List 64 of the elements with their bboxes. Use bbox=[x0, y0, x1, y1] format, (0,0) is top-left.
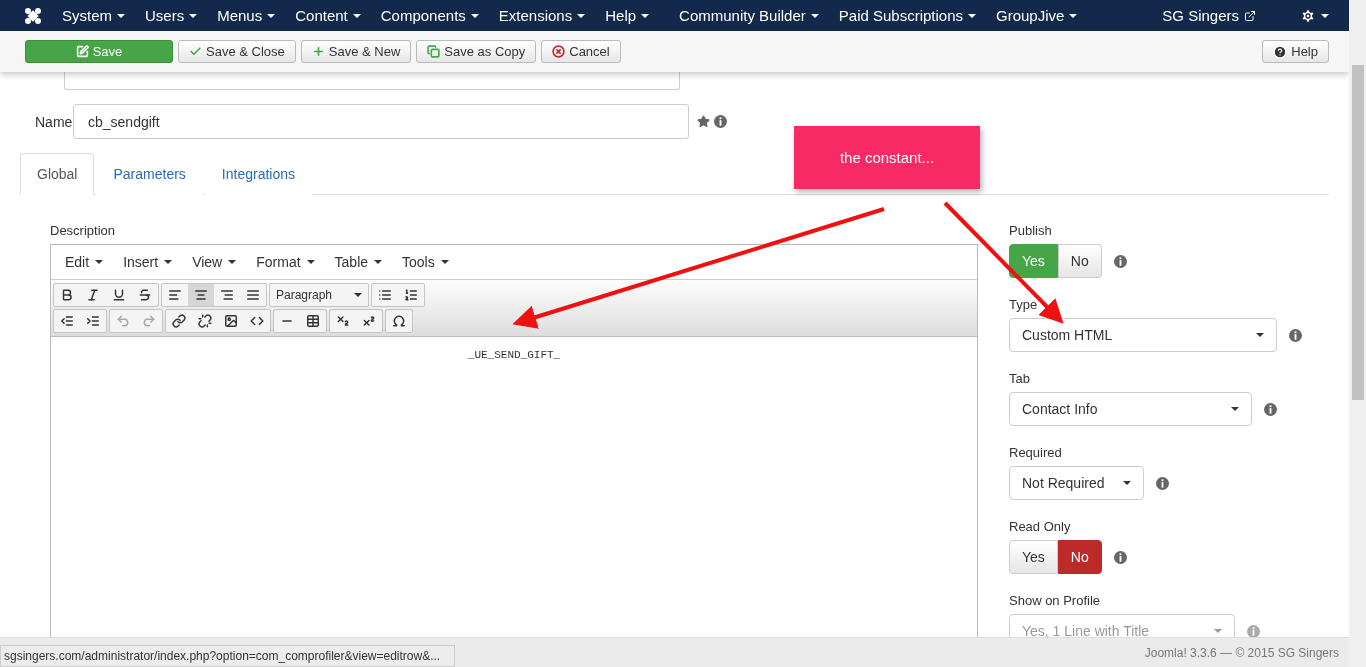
info-icon bbox=[1156, 476, 1169, 490]
field-label: Name bbox=[34, 113, 73, 130]
settings-icon bbox=[1300, 7, 1316, 24]
info-icon bbox=[1113, 550, 1127, 564]
settings-menu[interactable] bbox=[1300, 7, 1329, 24]
toggle-option[interactable]: No bbox=[1057, 244, 1102, 278]
nav-menu[interactable]: Help bbox=[605, 7, 650, 24]
nav-menu[interactable]: Menus bbox=[217, 7, 276, 24]
align-icon[interactable] bbox=[188, 284, 214, 306]
copy-icon bbox=[427, 45, 441, 58]
nav-menu[interactable]: Paid Subscriptions bbox=[838, 7, 976, 24]
nav-menu[interactable]: Extensions bbox=[498, 7, 586, 24]
check-icon bbox=[189, 45, 202, 58]
editor-menu[interactable]: Edit bbox=[55, 254, 114, 270]
nav-menu[interactable]: Users bbox=[145, 7, 198, 24]
toolbar-button[interactable]: Save & New bbox=[300, 40, 412, 63]
select-field[interactable]: Not Required bbox=[1009, 466, 1144, 500]
site-link[interactable]: SG Singers bbox=[1162, 7, 1256, 24]
editor-menu[interactable]: Tools bbox=[392, 254, 459, 270]
info-icon bbox=[1264, 402, 1277, 416]
scrollbar[interactable] bbox=[1349, 0, 1366, 667]
footer-text: Joomla! 3.3.6 — © 2015 SG Singers bbox=[1144, 645, 1339, 660]
close-icon bbox=[552, 45, 566, 58]
plus-icon bbox=[311, 45, 325, 58]
title-field[interactable] bbox=[64, 72, 680, 90]
logo-icon[interactable] bbox=[24, 6, 42, 25]
nav-menu[interactable]: Components bbox=[380, 7, 479, 24]
select-field[interactable]: Custom HTML bbox=[1009, 318, 1277, 352]
info-icon bbox=[714, 115, 727, 128]
nav-menu[interactable]: Content bbox=[295, 7, 361, 24]
annotation-callout: the constant... bbox=[794, 126, 980, 189]
toolbar-button[interactable]: Save as Copy bbox=[416, 40, 537, 63]
editor-menu[interactable]: Insert bbox=[113, 254, 183, 270]
editor-menu[interactable]: Table bbox=[324, 254, 393, 270]
external-link-icon bbox=[1244, 9, 1256, 22]
star-icon bbox=[697, 115, 710, 128]
field-label: Read Only bbox=[1009, 519, 1071, 534]
status-url: sgsingers.com/administrator/index.php?option=com_comprofiler&view=editrow&... bbox=[0, 645, 455, 667]
help-button[interactable]: Help bbox=[1262, 40, 1329, 63]
toggle-option[interactable]: No bbox=[1057, 540, 1102, 574]
toolbar-button[interactable]: Cancel bbox=[541, 40, 621, 63]
field-label: Required bbox=[1009, 445, 1062, 460]
editor-text: _UE_SEND_GIFT_ bbox=[467, 349, 561, 363]
field-label: Tab bbox=[1009, 371, 1030, 386]
nav-menu[interactable]: GroupJive bbox=[996, 7, 1078, 24]
name-field[interactable]: cb_sendgift bbox=[73, 104, 689, 139]
edit-icon bbox=[75, 45, 89, 58]
field-label: Publish bbox=[1009, 223, 1052, 238]
editor-menu[interactable]: Format bbox=[246, 254, 325, 270]
field-label: Type bbox=[1009, 297, 1038, 312]
tab[interactable]: Global bbox=[20, 153, 95, 195]
nav-menu[interactable]: Community Builder bbox=[679, 7, 819, 24]
info-icon bbox=[1113, 254, 1127, 268]
field-label: Description bbox=[50, 223, 116, 238]
nav-menu[interactable]: System bbox=[62, 7, 125, 24]
editor-menu[interactable]: View bbox=[182, 254, 247, 270]
info-icon bbox=[1247, 624, 1260, 637]
toggle-option[interactable]: Yes bbox=[1009, 540, 1058, 574]
select-field[interactable]: Contact Info bbox=[1009, 392, 1252, 426]
format-select[interactable]: Paragraph bbox=[270, 284, 368, 306]
info-icon bbox=[1289, 328, 1302, 342]
help-icon bbox=[1273, 44, 1288, 59]
toolbar-button[interactable]: Save & Close bbox=[178, 40, 296, 63]
field-label: Show on Profile bbox=[1009, 593, 1101, 608]
